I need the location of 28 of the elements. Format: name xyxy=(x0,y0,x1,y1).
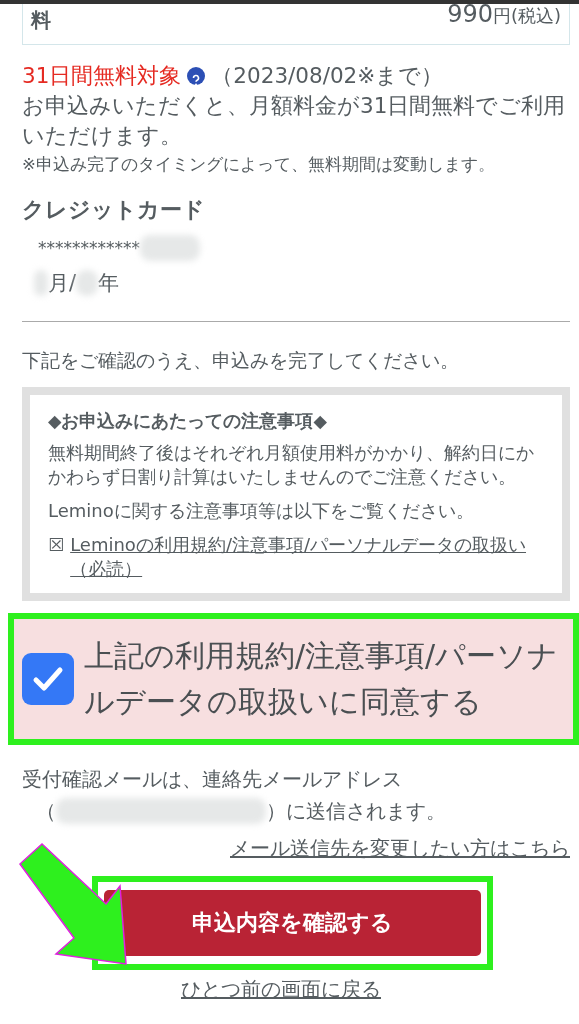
back-link[interactable]: ひとつ前の画面に戻る xyxy=(181,977,381,1001)
email-text: 受付確認メールは、連絡先メールアドレス xyxy=(22,766,403,793)
change-email-link[interactable]: メール送信先を変更したい方はこちら xyxy=(230,836,570,860)
payment-heading: クレジットカード xyxy=(22,196,206,224)
trial-description: お申込みいただくと、月額料金が31日間無料でご利用いただけます。 xyxy=(22,92,567,150)
confirm-button[interactable]: 申込内容を確認する xyxy=(104,890,481,956)
instruction-text: 下記をご確認のうえ、申込みを完了してください。 xyxy=(22,349,460,373)
agreement-checkbox[interactable] xyxy=(22,653,74,705)
email-bracket: （ xyxy=(36,798,56,825)
checkbox-mark: ☒ xyxy=(48,533,65,557)
notice-text: 無料期間終了後はそれぞれ月額使用料がかかり、解約日にかかわらず日割り計算はいたしませんのでご注意ください。 xyxy=(48,441,535,489)
trial-period: （2023/08/02※まで） xyxy=(211,62,444,90)
plan-label: 料 xyxy=(31,7,51,34)
notice-text: Leminoに関する注意事項等は以下をご覧ください。 xyxy=(48,499,475,523)
blurred-area xyxy=(140,235,200,261)
card-number: ************ xyxy=(38,238,140,258)
help-icon[interactable] xyxy=(187,67,206,85)
blurred-area xyxy=(76,270,99,296)
agreement-label: 上記の利用規約/注意事項/パーソナルデータの取扱いに同意する xyxy=(84,637,560,721)
free-trial-label: 31日間無料対象 xyxy=(22,62,182,90)
blurred-area xyxy=(34,270,48,296)
expiry-text: 月/ xyxy=(48,270,77,297)
terms-link[interactable]: Leminoの利用規約/注意事項/パーソナルデータの取扱い（必読） xyxy=(70,533,544,581)
expiry-text: 年 xyxy=(98,270,120,297)
plan-price: 990円(税込) xyxy=(447,4,561,30)
trial-note: ※申込み完了のタイミングによって、無料期間は変動します。 xyxy=(22,154,496,176)
email-text: ）に送信されます。 xyxy=(266,798,446,825)
notice-title: ◆お申込みにあたっての注意事項◆ xyxy=(48,410,328,433)
